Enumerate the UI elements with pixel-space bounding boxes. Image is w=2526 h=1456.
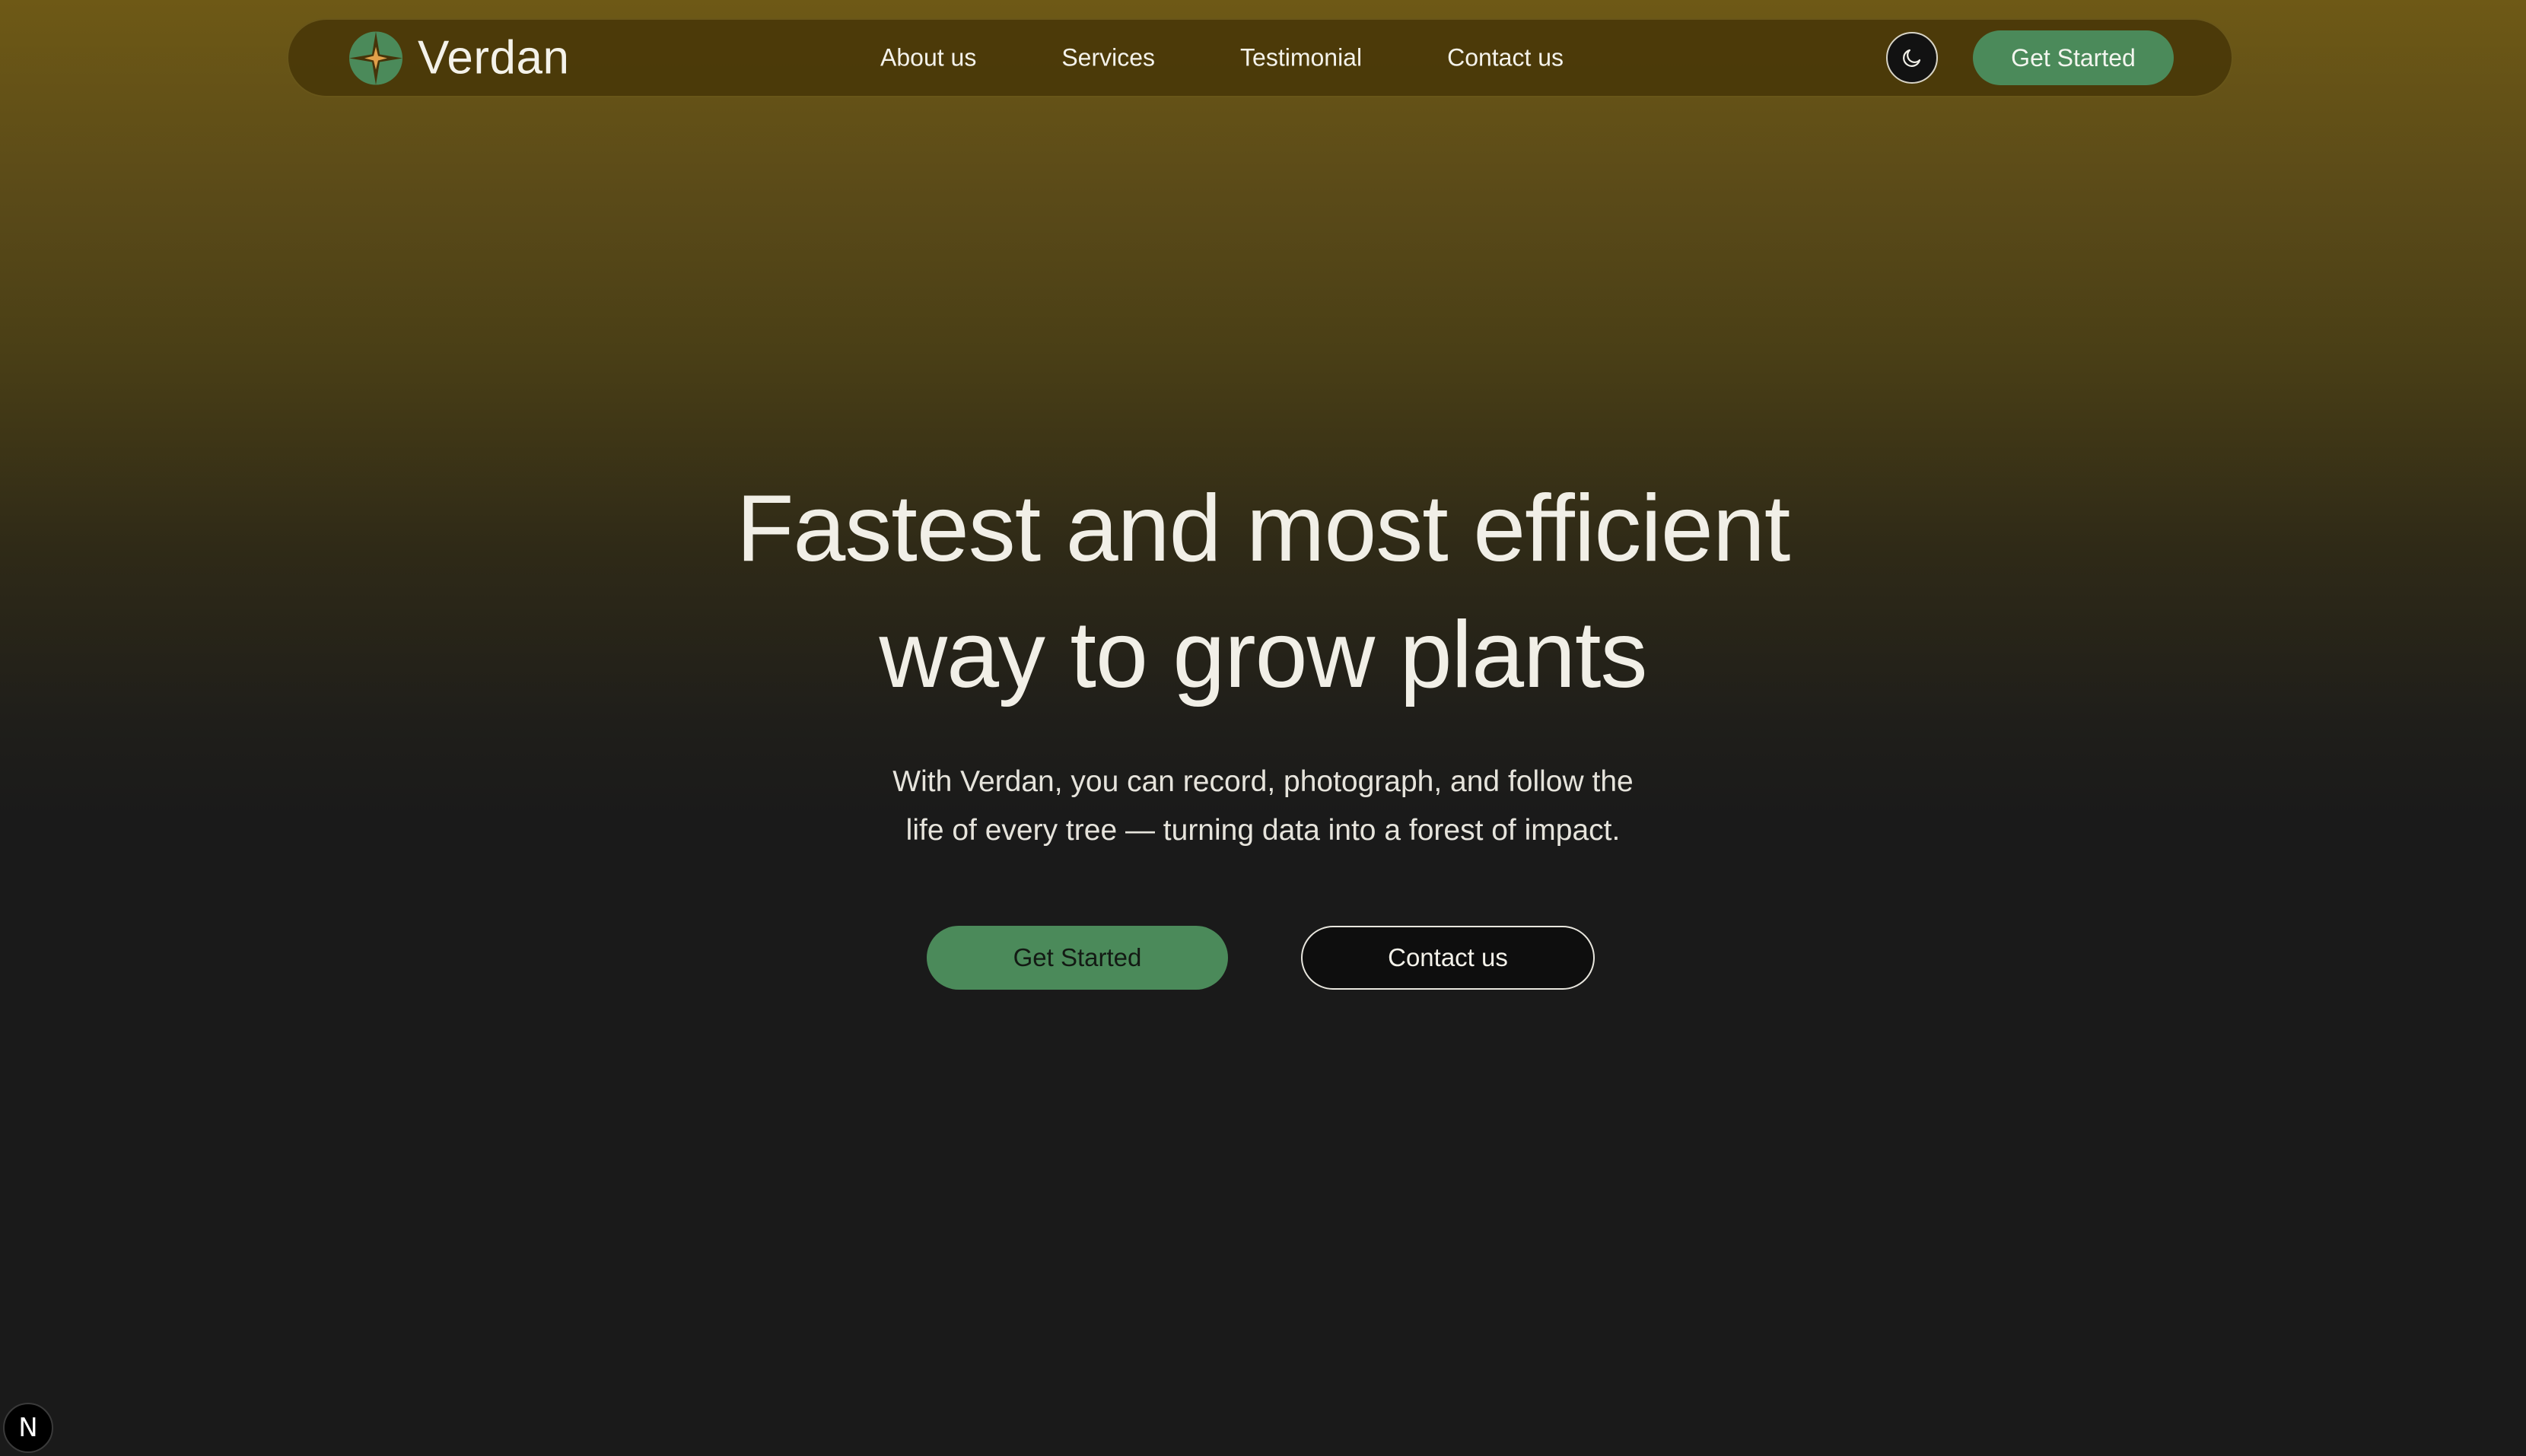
nav-link-testimonial[interactable]: Testimonial (1240, 44, 1362, 72)
moon-icon (1903, 49, 1921, 67)
nav-link-contact-us[interactable]: Contact us (1447, 44, 1564, 72)
brand[interactable]: Verdan (349, 31, 570, 85)
hero-title-line-2: way to grow plants (879, 602, 1648, 707)
hero-subtitle-line-2: life of every tree — turning data into a… (905, 814, 1621, 847)
hero-title: Fastest and most efficient way to grow p… (502, 466, 2024, 718)
corner-badge-label: N (18, 1413, 38, 1443)
hero-contact-us-button[interactable]: Contact us (1301, 926, 1595, 990)
nav-link-about-us[interactable]: About us (880, 44, 976, 72)
nav-get-started-button[interactable]: Get Started (1973, 30, 2174, 85)
hero-subtitle: With Verdan, you can record, photograph,… (806, 758, 1720, 855)
leaf-star-logo-icon (349, 31, 402, 84)
nav-link-services[interactable]: Services (1061, 44, 1155, 72)
theme-toggle-button[interactable] (1886, 32, 1938, 84)
nextjs-icon[interactable]: N (3, 1403, 53, 1453)
navbar: Verdan About us Services Testimonial Con… (287, 18, 2233, 97)
hero-subtitle-line-1: With Verdan, you can record, photograph,… (892, 765, 1634, 798)
hero-title-line-1: Fastest and most efficient (736, 476, 1791, 581)
brand-name: Verdan (418, 31, 570, 84)
hero-get-started-button[interactable]: Get Started (927, 926, 1228, 990)
nav-links: About us Services Testimonial Contact us (880, 44, 1564, 72)
